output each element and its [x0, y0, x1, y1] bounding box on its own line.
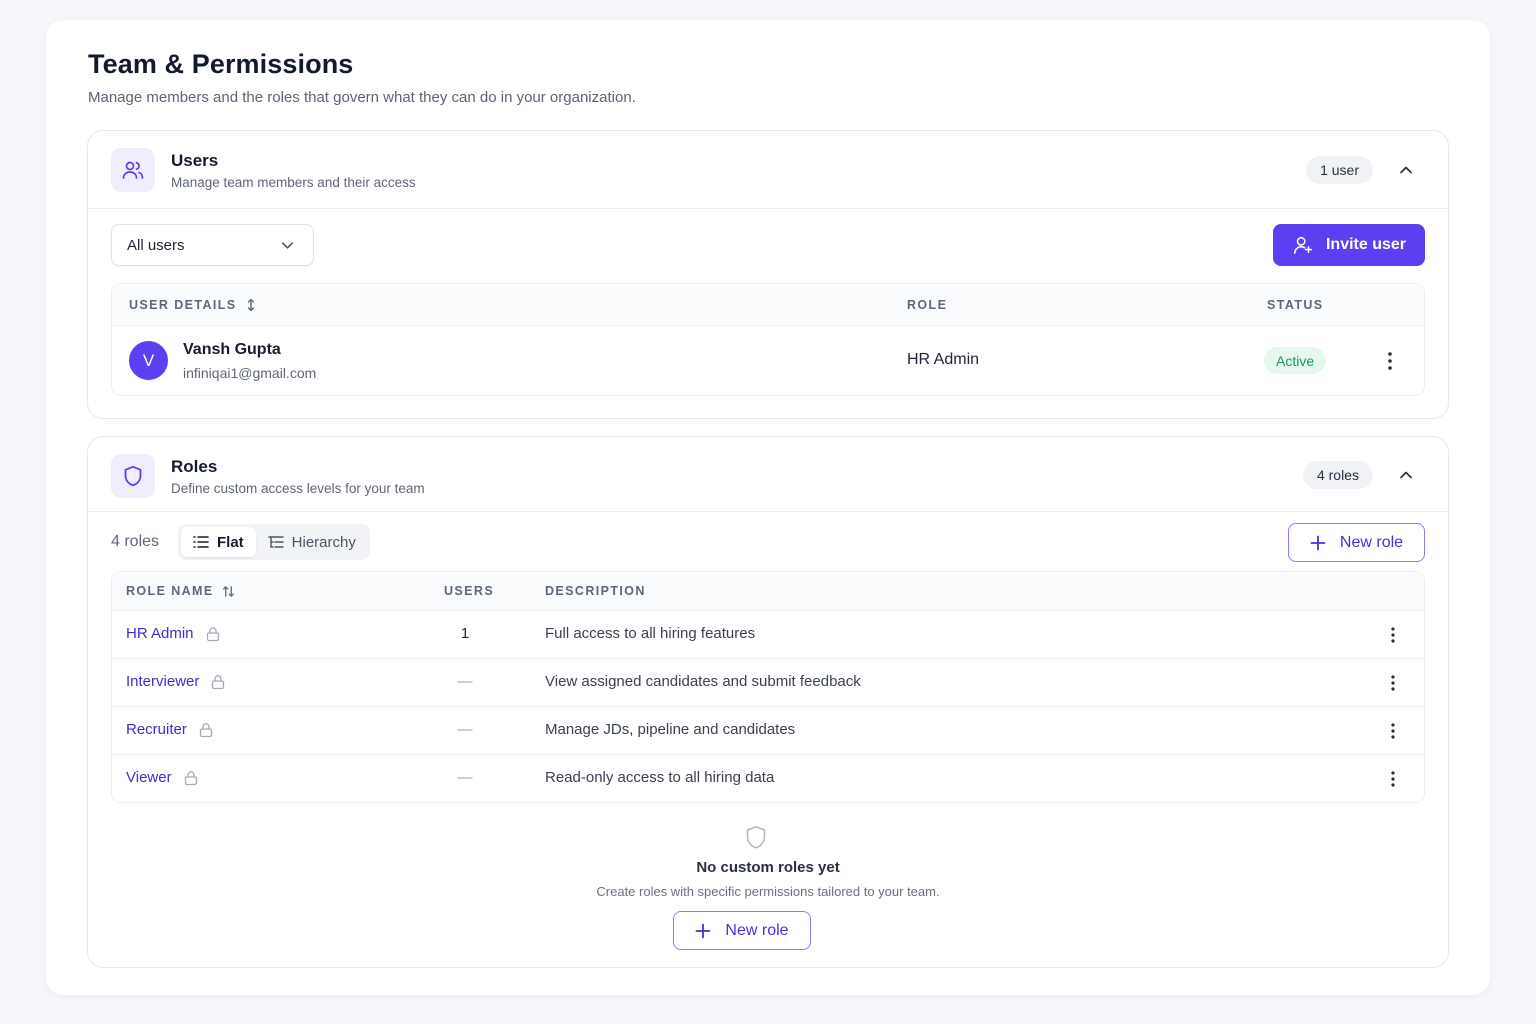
shield-outline-icon	[746, 826, 766, 849]
role-name-link[interactable]: HR Admin	[126, 625, 220, 642]
status-badge: Active	[1264, 347, 1327, 374]
users-table-header: USER DETAILS ROLE STATUS	[112, 284, 1424, 326]
role-row-menu-button[interactable]	[1383, 671, 1403, 695]
roles-count-badge: 4 roles	[1302, 461, 1373, 489]
sort-icon	[222, 585, 234, 597]
column-status: STATUS	[1267, 297, 1324, 312]
role-user-count: 1	[460, 625, 470, 642]
role-name: Recruiter	[126, 721, 187, 738]
column-role: ROLE	[907, 297, 948, 312]
table-row[interactable]: Viewer — Read-only access to all hiring …	[112, 755, 1424, 802]
role-description: Full access to all hiring features	[545, 625, 756, 642]
empty-state-description: Create roles with specific permissions t…	[596, 884, 940, 899]
lock-icon	[212, 674, 225, 689]
plus-icon	[696, 923, 711, 938]
users-section-header[interactable]: Users Manage team members and their acce…	[88, 131, 1448, 209]
new-role-button[interactable]: New role	[1288, 523, 1425, 562]
users-collapse-button[interactable]	[1394, 158, 1418, 182]
kebab-icon	[1391, 771, 1395, 787]
kebab-icon	[1391, 627, 1395, 643]
invite-user-label: Invite user	[1325, 236, 1407, 253]
table-row[interactable]: V Vansh Gupta infiniqai1@gmail.com HR Ad…	[112, 326, 1424, 395]
role-name: Interviewer	[126, 673, 200, 690]
users-section: Users Manage team members and their acce…	[87, 130, 1449, 419]
roles-table-header: ROLE NAME USERS DESCRIPTION	[112, 572, 1424, 611]
table-row[interactable]: HR Admin 1 Full access to all hiring fea…	[112, 611, 1424, 659]
column-description: DESCRIPTION	[545, 584, 646, 598]
users-table: USER DETAILS ROLE STATUS V Vansh Gupta i…	[111, 283, 1425, 396]
users-section-description: Manage team members and their access	[171, 175, 416, 190]
role-name-link[interactable]: Viewer	[126, 769, 198, 786]
empty-state-new-role-button[interactable]: New role	[673, 911, 811, 950]
column-role-name-label: ROLE NAME	[126, 584, 214, 598]
kebab-icon	[1391, 723, 1395, 739]
role-name-link[interactable]: Recruiter	[126, 721, 213, 738]
roles-collapse-button[interactable]	[1394, 463, 1418, 487]
page-subtitle: Manage members and the roles that govern…	[88, 89, 636, 106]
lock-icon	[206, 626, 219, 641]
table-row[interactable]: Interviewer — View assigned candidates a…	[112, 659, 1424, 707]
role-description: View assigned candidates and submit feed…	[545, 673, 861, 690]
new-role-label: New role	[1339, 533, 1404, 551]
role-description: Read-only access to all hiring data	[545, 769, 775, 786]
view-toggle-hierarchy[interactable]: Hierarchy	[256, 527, 368, 557]
view-toggle-flat-label: Flat	[217, 533, 244, 551]
roles-table: ROLE NAME USERS DESCRIPTION HR Admin 1 F…	[111, 571, 1425, 803]
users-section-title: Users	[171, 151, 219, 170]
role-row-menu-button[interactable]	[1383, 767, 1403, 791]
role-user-count: —	[457, 673, 473, 690]
kebab-icon	[1391, 675, 1395, 691]
page-card: Team & Permissions Manage members and th…	[46, 20, 1490, 995]
role-name-link[interactable]: Interviewer	[126, 673, 225, 690]
column-role-name[interactable]: ROLE NAME	[126, 572, 235, 610]
empty-state-new-role-label: New role	[725, 921, 789, 939]
role-name: HR Admin	[126, 625, 194, 642]
user-plus-icon	[1293, 236, 1313, 255]
role-row-menu-button[interactable]	[1383, 623, 1403, 647]
user-role: HR Admin	[907, 351, 980, 368]
hierarchy-icon	[267, 536, 284, 548]
chevron-up-icon	[1400, 166, 1412, 174]
roles-section-description: Define custom access levels for your tea…	[171, 481, 425, 496]
view-toggle-hierarchy-label: Hierarchy	[291, 533, 356, 551]
kebab-icon	[1388, 352, 1392, 370]
roles-section-title: Roles	[171, 457, 218, 476]
role-row-menu-button[interactable]	[1383, 719, 1403, 743]
page-title: Team & Permissions	[88, 49, 354, 79]
role-name: Viewer	[126, 769, 172, 786]
table-row[interactable]: Recruiter — Manage JDs, pipeline and can…	[112, 707, 1424, 755]
user-name: Vansh Gupta	[183, 341, 281, 358]
column-users: USERS	[444, 584, 495, 598]
roles-section: Roles Define custom access levels for yo…	[87, 436, 1449, 968]
users-icon	[111, 148, 155, 192]
chevron-up-icon	[1400, 471, 1412, 479]
invite-user-button[interactable]: Invite user	[1273, 224, 1425, 266]
column-user-details[interactable]: USER DETAILS	[129, 284, 257, 325]
role-description: Manage JDs, pipeline and candidates	[545, 721, 796, 738]
role-user-count: —	[457, 769, 473, 786]
users-count-badge: 1 user	[1306, 156, 1373, 184]
lock-icon	[184, 770, 197, 785]
chevron-down-icon	[282, 242, 293, 249]
sort-icon	[247, 298, 254, 311]
plus-icon	[1310, 535, 1326, 550]
roles-section-header[interactable]: Roles Define custom access levels for yo…	[88, 437, 1448, 512]
avatar: V	[129, 341, 168, 380]
user-email: infiniqai1@gmail.com	[183, 365, 317, 381]
view-toggle-flat[interactable]: Flat	[181, 527, 256, 557]
list-icon	[193, 536, 209, 548]
view-toggle: Flat Hierarchy	[178, 524, 370, 560]
users-filter-select[interactable]: All users	[111, 224, 314, 266]
roles-toolbar-count: 4 roles	[111, 533, 160, 550]
role-user-count: —	[457, 721, 473, 738]
user-row-menu-button[interactable]	[1380, 349, 1400, 373]
empty-state-title: No custom roles yet	[696, 859, 840, 876]
shield-icon	[111, 454, 155, 498]
lock-icon	[199, 722, 213, 737]
users-filter-value: All users	[127, 236, 185, 254]
column-user-details-label: USER DETAILS	[129, 297, 237, 312]
